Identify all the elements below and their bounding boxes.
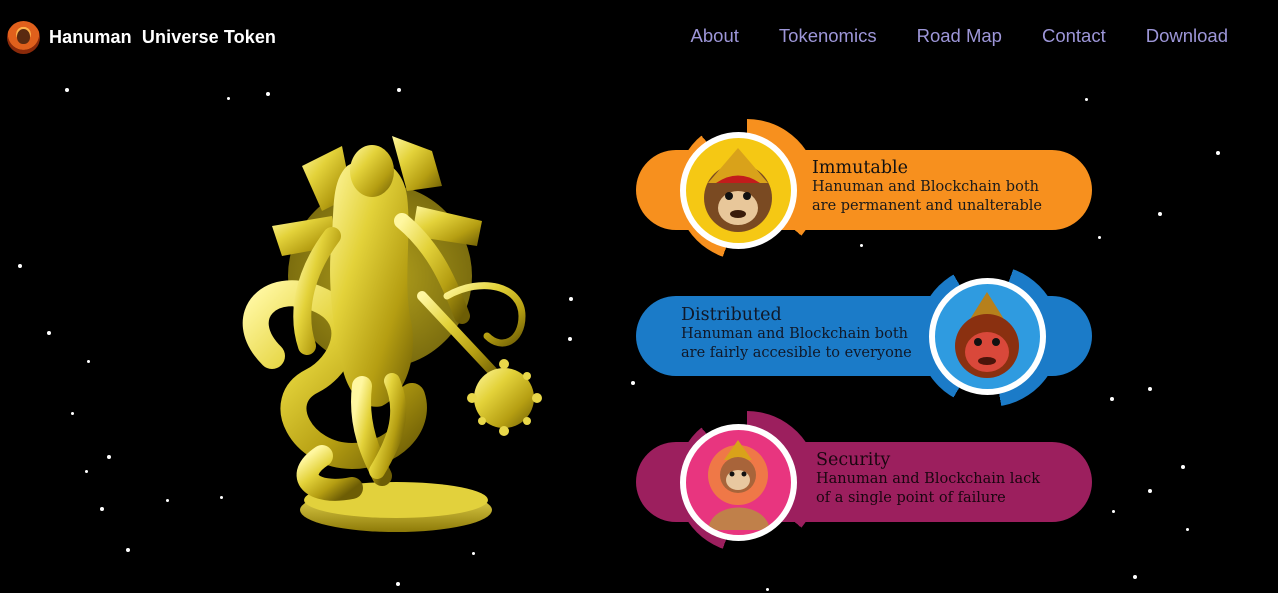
feature-description-line: of a single point of failure: [816, 490, 1006, 506]
feature-card-distributed: Distributed Hanuman and Blockchain both …: [636, 265, 1092, 407]
nav-link-road-map[interactable]: Road Map: [917, 25, 1002, 47]
nav-link-about[interactable]: About: [691, 25, 739, 47]
brand-home-link[interactable]: Hanuman Universe Token: [7, 21, 276, 54]
hanuman-logo-icon: [7, 21, 40, 54]
hanuman-red-face-avatar-icon: [929, 278, 1046, 395]
nav-link-download[interactable]: Download: [1146, 25, 1228, 47]
feature-description-line: Hanuman and Blockchain lack: [816, 471, 1040, 487]
feature-description-line: are permanent and unalterable: [812, 198, 1042, 214]
feature-title: Security: [816, 450, 891, 470]
top-navbar: Hanuman Universe Token About Tokenomics …: [0, 0, 1278, 74]
feature-description-line: are fairly accesible to everyone: [681, 345, 912, 361]
hanuman-meditating-avatar-icon: [680, 424, 797, 541]
feature-card-immutable: Immutable Hanuman and Blockchain both ar…: [636, 119, 1092, 261]
nav-link-contact[interactable]: Contact: [1042, 25, 1106, 47]
feature-description-line: Hanuman and Blockchain both: [812, 179, 1039, 195]
nav-link-tokenomics[interactable]: Tokenomics: [779, 25, 877, 47]
feature-description-line: Hanuman and Blockchain both: [681, 326, 908, 342]
feature-card-security: Security Hanuman and Blockchain lack of …: [636, 411, 1092, 553]
main-menu: About Tokenomics Road Map Contact Downlo…: [691, 25, 1228, 47]
feature-title: Immutable: [812, 158, 908, 178]
golden-hanuman-statue-image: [242, 136, 542, 532]
brand-name: Hanuman Universe Token: [49, 27, 277, 47]
feature-title: Distributed: [681, 305, 782, 325]
hanuman-crown-avatar-icon: [680, 132, 797, 249]
